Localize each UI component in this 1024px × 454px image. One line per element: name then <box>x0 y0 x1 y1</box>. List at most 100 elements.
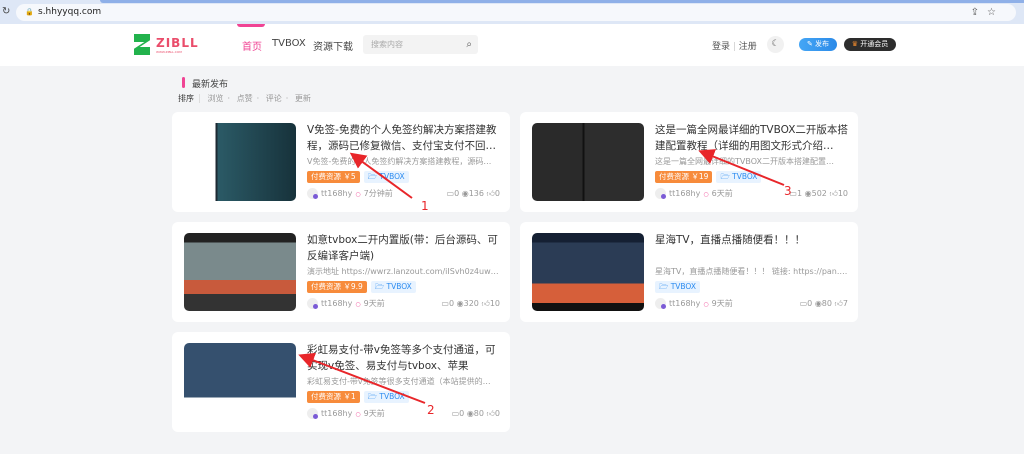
view-count: 502 <box>811 189 827 198</box>
view-count: 320 <box>463 299 479 308</box>
sort-bar: 排序 浏览 · 点赞 · 评论 · 更新 <box>178 94 311 103</box>
register-link[interactable]: 注册 <box>739 42 757 52</box>
thumbs-up-icon[interactable]: 👍︎ <box>481 299 489 308</box>
site-header: ZIBLL WWW.ZIBLL.COM 首页 TVBOX 资源下载 搜索内容 ⌕… <box>0 24 1024 66</box>
post-time: 9天前 <box>363 409 385 418</box>
time-dot-icon: ○ <box>355 191 361 198</box>
avatar[interactable] <box>307 188 318 199</box>
eye-icon: ◉ <box>804 189 812 198</box>
address-bar[interactable]: 🔒 s.hhyyqq.com ⇪☆ <box>16 4 1016 21</box>
post-card[interactable]: 这是一篇全网最详细的TVBOX二开版本搭建配置教程（详细的用图文形式介绍… 这是… <box>520 112 858 212</box>
category-label: TVBOX <box>379 172 405 181</box>
post-thumbnail[interactable] <box>184 123 296 201</box>
post-card[interactable]: 彩虹易支付-带v免签等多个支付通道，可实现v免签、易支付与tvbox、苹果cms… <box>172 332 510 432</box>
comment-icon: ▭ <box>446 189 455 198</box>
author-name[interactable]: tt168hy <box>669 189 700 198</box>
price-badge[interactable]: 付费资源 ￥5 <box>307 171 360 183</box>
search-icon[interactable]: ⌕ <box>466 35 472 54</box>
post-card[interactable]: 如意tvbox二开内置版(带：后台源码、可反编译客户端) 演示地址 https:… <box>172 222 510 322</box>
thumbs-up-icon[interactable]: 👍︎ <box>487 409 495 418</box>
view-count: 136 <box>468 189 484 198</box>
like-count: 7 <box>842 299 848 308</box>
author-name[interactable]: tt168hy <box>321 189 352 198</box>
thumbs-up-icon[interactable]: 👍︎ <box>829 189 837 198</box>
category-tag[interactable]: 🗁 TVBOX <box>363 391 409 403</box>
thumbs-up-icon[interactable]: 👍︎ <box>835 299 843 308</box>
view-count: 80 <box>473 409 484 418</box>
post-time: 9天前 <box>711 299 733 308</box>
search-input[interactable]: 搜索内容 ⌕ <box>363 35 478 54</box>
avatar[interactable] <box>307 408 318 419</box>
category-label: TVBOX <box>732 172 758 181</box>
dark-mode-toggle-moon-icon[interactable]: ☾ <box>767 36 784 53</box>
thumbs-up-icon[interactable]: 👍︎ <box>487 189 495 198</box>
post-time: 7分钟前 <box>363 189 393 198</box>
folder-icon: 🗁 <box>367 172 377 181</box>
nav-tvbox[interactable]: TVBOX <box>272 38 306 49</box>
price-badge[interactable]: 付费资源 ￥1 <box>307 391 360 403</box>
post-title[interactable]: 星海TV，直播点播随便看！！！ <box>655 232 848 248</box>
sort-views[interactable]: 浏览 <box>208 94 224 103</box>
eye-icon: ◉ <box>461 189 469 198</box>
category-tag[interactable]: 🗁 TVBOX <box>655 281 700 293</box>
category-tag[interactable]: 🗁 TVBOX <box>363 171 409 183</box>
time-dot-icon: ○ <box>703 301 709 308</box>
post-excerpt: 这是一篇全网最详细的TVBOX二开版本搭建配置… <box>655 157 834 166</box>
vip-label: 开通会员 <box>860 40 889 48</box>
logo-subtext: WWW.ZIBLL.COM <box>156 50 182 54</box>
logo-text: ZIBLL <box>156 36 199 50</box>
comment-count: 0 <box>459 409 465 418</box>
publish-button[interactable]: ✎ 发布 <box>799 38 837 51</box>
nav-downloads[interactable]: 资源下载 <box>313 38 353 53</box>
post-time: 9天前 <box>363 299 385 308</box>
price-badge[interactable]: 付费资源 ￥19 <box>655 171 713 183</box>
post-title[interactable]: 如意tvbox二开内置版(带：后台源码、可反编译客户端) <box>307 232 500 264</box>
share-icon[interactable]: ⇪ <box>971 7 987 18</box>
search-placeholder: 搜索内容 <box>371 40 403 49</box>
lock-icon: 🔒 <box>25 8 34 16</box>
comment-icon: ▭ <box>789 189 797 198</box>
url-text: s.hhyyqq.com <box>38 7 102 17</box>
sort-updated[interactable]: 更新 <box>295 94 311 103</box>
eye-icon: ◉ <box>456 299 464 308</box>
post-excerpt: V免签-免费的个人免签约解决方案搭建教程，源码… <box>307 157 492 166</box>
post-card[interactable]: 星海TV，直播点播随便看！！！ 星海TV，直播点播随便看！！！ 链接: http… <box>520 222 858 322</box>
post-time: 6天前 <box>711 189 733 198</box>
post-title[interactable]: 彩虹易支付-带v免签等多个支付通道，可实现v免签、易支付与tvbox、苹果cms… <box>307 342 500 374</box>
author-name[interactable]: tt168hy <box>321 409 352 418</box>
crown-icon: ♛ <box>851 40 859 48</box>
avatar[interactable] <box>655 298 666 309</box>
reload-icon[interactable]: ↻ <box>2 6 10 17</box>
browser-toolbar: ↻ 🔒 s.hhyyqq.com ⇪☆ <box>0 0 1024 24</box>
post-excerpt: 彩虹易支付-带v免签等很多支付通道（本站提供的… <box>307 377 491 386</box>
comment-icon: ▭ <box>441 299 449 308</box>
post-card[interactable]: V免签-免费的个人免签约解决方案搭建教程，源码已修复微信、支付宝支付不回… V免… <box>172 112 510 212</box>
post-thumbnail[interactable] <box>532 233 644 311</box>
vip-button[interactable]: ♛ 开通会员 <box>844 38 896 51</box>
avatar[interactable] <box>655 188 666 199</box>
avatar[interactable] <box>307 298 318 309</box>
active-nav-indicator <box>237 24 265 27</box>
post-title[interactable]: V免签-免费的个人免签约解决方案搭建教程，源码已修复微信、支付宝支付不回… <box>307 122 500 154</box>
post-thumbnail[interactable] <box>532 123 644 201</box>
category-tag[interactable]: 🗁 TVBOX <box>370 281 416 293</box>
author-name[interactable]: tt168hy <box>669 299 700 308</box>
time-dot-icon: ○ <box>355 301 361 308</box>
post-title[interactable]: 这是一篇全网最详细的TVBOX二开版本搭建配置教程（详细的用图文形式介绍… <box>655 122 848 154</box>
bookmark-star-icon[interactable]: ☆ <box>987 7 1004 18</box>
site-logo[interactable]: ZIBLL WWW.ZIBLL.COM <box>134 34 204 56</box>
sort-likes[interactable]: 点赞 <box>237 94 253 103</box>
nav-home[interactable]: 首页 <box>242 38 262 53</box>
category-tag[interactable]: 🗁 TVBOX <box>716 171 762 183</box>
sort-comments[interactable]: 评论 <box>266 94 282 103</box>
price-badge[interactable]: 付费资源 ￥9.9 <box>307 281 367 293</box>
post-thumbnail[interactable] <box>184 233 296 311</box>
folder-icon: 🗁 <box>720 172 730 181</box>
login-link[interactable]: 登录 <box>712 42 730 52</box>
folder-icon: 🗁 <box>659 282 669 291</box>
post-thumbnail[interactable] <box>184 343 296 421</box>
category-label: TVBOX <box>386 282 412 291</box>
post-excerpt: 演示地址 https://wwrz.lanzout.com/iISvh0z4uw… <box>307 267 500 276</box>
author-name[interactable]: tt168hy <box>321 299 352 308</box>
like-count: 0 <box>494 409 500 418</box>
